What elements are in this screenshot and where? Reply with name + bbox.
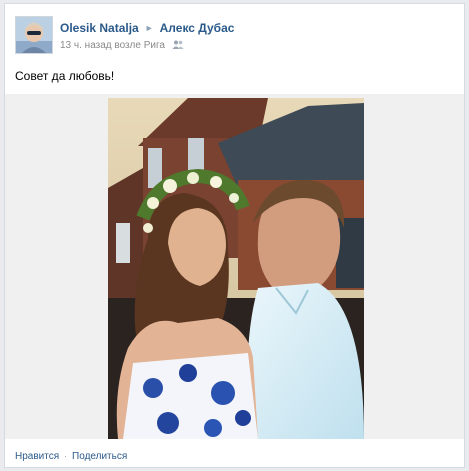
post-text: Совет да любовь! <box>15 69 115 83</box>
author-avatar[interactable] <box>15 16 53 54</box>
wall-post: Olesik Natalja ► Алекс Дубас 13 ч. назад в… <box>4 3 465 468</box>
action-separator: · <box>63 451 68 462</box>
share-link[interactable]: Поделиться <box>72 451 127 462</box>
photo-container <box>5 94 464 439</box>
post-actions: Нравится · Поделиться <box>15 451 127 462</box>
location-link[interactable]: Рига <box>144 40 165 51</box>
arrow-right-icon: ► <box>144 23 154 33</box>
post-names: Olesik Natalja ► Алекс Дубас <box>60 21 234 35</box>
recipient-name-link[interactable]: Алекс Дубас <box>160 21 235 35</box>
post-photo[interactable] <box>108 98 364 439</box>
photo-image <box>108 98 364 439</box>
post-time[interactable]: 13 ч. назад <box>60 40 112 51</box>
post-header: Olesik Natalja ► Алекс Дубас 13 ч. назад в… <box>60 21 234 51</box>
post-meta: 13 ч. назад возле Рига <box>60 40 234 51</box>
avatar-image <box>16 17 52 53</box>
people-icon[interactable] <box>172 40 184 49</box>
location-prefix: возле <box>114 40 141 51</box>
author-name-link[interactable]: Olesik Natalja <box>60 21 139 35</box>
like-link[interactable]: Нравится <box>15 451 59 462</box>
